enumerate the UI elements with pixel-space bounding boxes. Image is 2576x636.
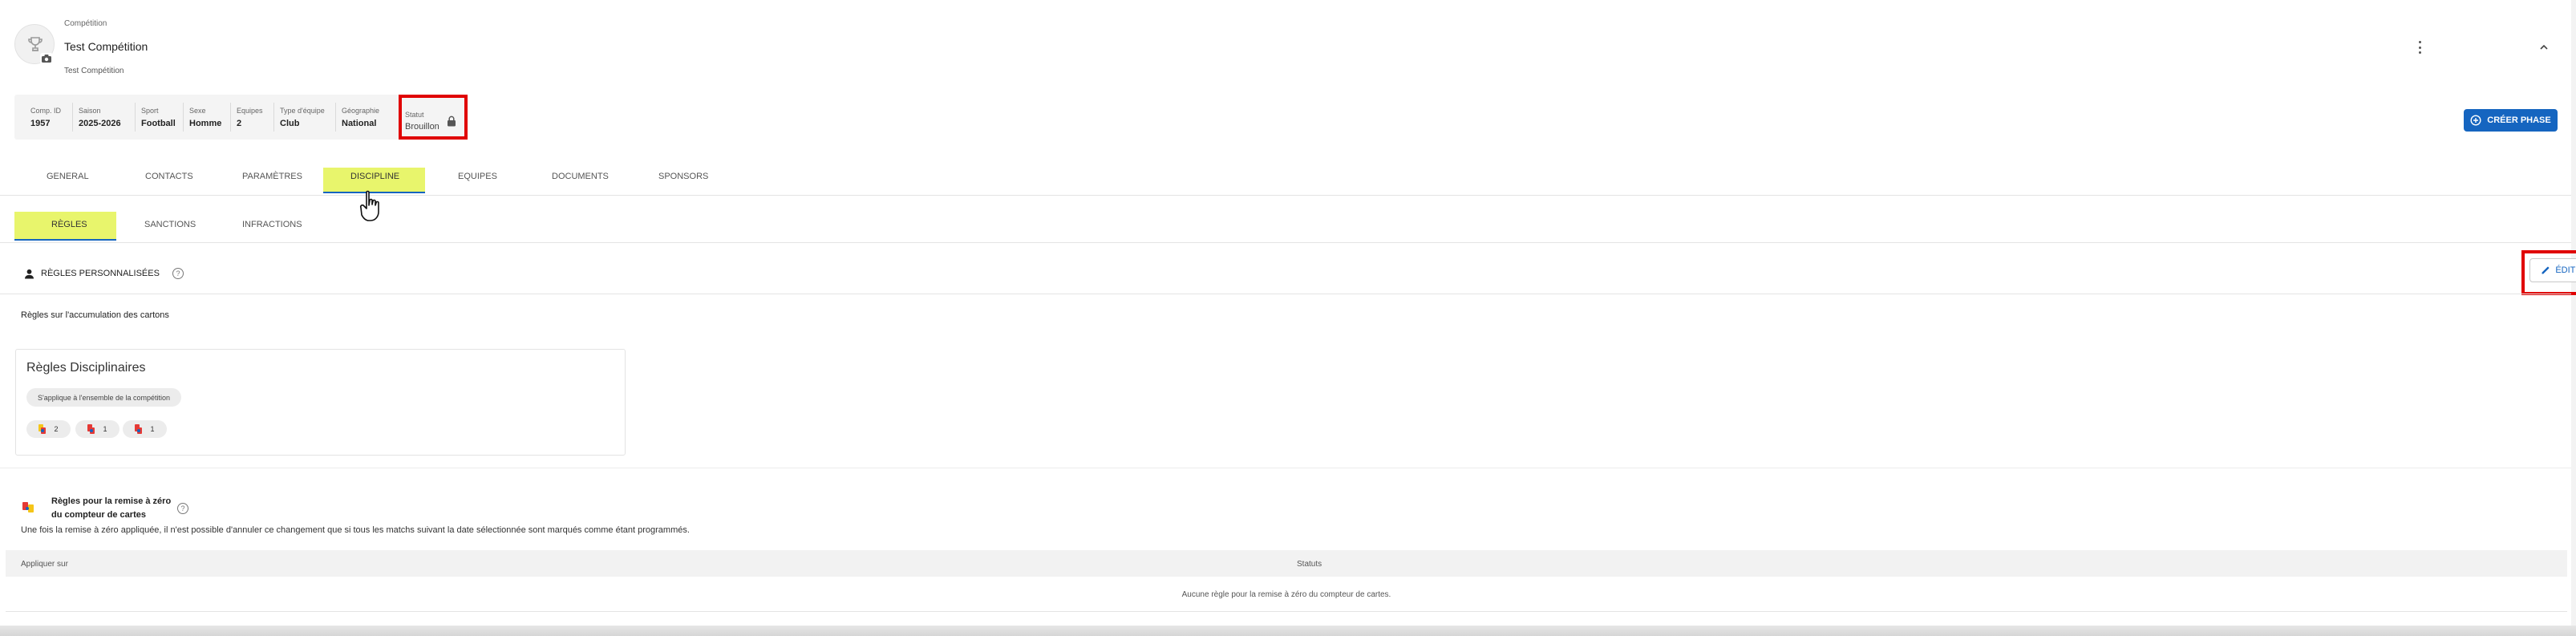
reset-description: Une fois la remise à zéro appliquée, il … bbox=[21, 525, 690, 535]
subtab-regles[interactable]: RÈGLES bbox=[51, 220, 87, 229]
tab-discipline[interactable]: DISCIPLINE bbox=[350, 172, 399, 181]
divider bbox=[183, 103, 184, 132]
info-label: Equipes bbox=[237, 107, 263, 115]
page-bottom-shadow bbox=[0, 626, 2576, 636]
empty-table-message: Aucune règle pour la remise à zéro du co… bbox=[1181, 590, 1391, 599]
competition-eyebrow: Compétition bbox=[64, 19, 107, 28]
more-options-icon[interactable] bbox=[2414, 38, 2425, 56]
create-phase-button[interactable]: CRÉER PHASE bbox=[2464, 109, 2558, 132]
scope-chip: S'applique à l'ensemble de la compétitio… bbox=[26, 388, 182, 407]
tab-general[interactable]: GENERAL bbox=[47, 172, 89, 181]
info-value: Football bbox=[141, 119, 176, 128]
info-sexe: Sexe Homme bbox=[189, 107, 221, 128]
info-label: Type d'équipe bbox=[280, 107, 325, 115]
tab-sponsors[interactable]: SPONSORS bbox=[658, 172, 708, 181]
statut-label: Statut bbox=[405, 111, 424, 119]
subtab-sanctions[interactable]: SANCTIONS bbox=[144, 220, 196, 229]
help-icon[interactable]: ? bbox=[172, 268, 184, 279]
lock-icon bbox=[448, 115, 456, 127]
hand-pointer-cursor-icon bbox=[359, 190, 379, 221]
card-reset-icon bbox=[21, 500, 37, 515]
create-phase-label: CRÉER PHASE bbox=[2487, 115, 2551, 125]
divider bbox=[273, 103, 274, 132]
yellow-red-card-icon bbox=[38, 424, 47, 434]
info-value: Club bbox=[280, 119, 300, 128]
info-saison: Saison 2025-2026 bbox=[79, 107, 121, 128]
info-comp-id: Comp. ID 1957 bbox=[30, 107, 61, 128]
info-value: 1957 bbox=[30, 119, 51, 128]
add-circle-icon bbox=[2470, 115, 2481, 126]
card-rule-chip: 2 bbox=[26, 420, 71, 438]
column-header-apply-on[interactable]: Appliquer sur bbox=[21, 560, 68, 569]
info-geographie: Géographie National bbox=[342, 107, 379, 128]
reset-table-header bbox=[6, 550, 2567, 577]
info-type-equipe: Type d'équipe Club bbox=[280, 107, 325, 128]
divider bbox=[230, 103, 231, 132]
camera-icon[interactable] bbox=[40, 53, 53, 64]
tab-contacts[interactable]: CONTACTS bbox=[145, 172, 193, 181]
disciplinary-rules-title: Règles Disciplinaires bbox=[26, 361, 146, 375]
statut-value: Brouillon bbox=[405, 122, 439, 132]
info-label: Sexe bbox=[189, 107, 206, 115]
tab-parametres[interactable]: PARAMÈTRES bbox=[242, 172, 302, 181]
cards-accumulation-title: Règles sur l'accumulation des cartons bbox=[21, 310, 169, 320]
help-icon[interactable]: ? bbox=[177, 503, 188, 514]
edit-button[interactable]: ÉDITER bbox=[2529, 258, 2576, 282]
info-value: 2 bbox=[237, 119, 242, 128]
info-label: Sport bbox=[141, 107, 159, 115]
card-rule-count: 1 bbox=[150, 425, 155, 433]
info-value: 2025-2026 bbox=[79, 119, 121, 128]
info-label: Saison bbox=[79, 107, 101, 115]
person-icon bbox=[25, 269, 34, 278]
card-rule-chip: 1 bbox=[75, 420, 119, 438]
table-divider bbox=[6, 611, 2567, 612]
red-card-icon bbox=[135, 424, 143, 434]
competition-subtitle: Test Compétition bbox=[64, 67, 124, 75]
card-rule-count: 1 bbox=[103, 425, 107, 433]
tab-documents[interactable]: DOCUMENTS bbox=[552, 172, 609, 181]
column-header-status[interactable]: Statuts bbox=[1297, 560, 1322, 569]
divider bbox=[335, 103, 336, 132]
page-right-edge bbox=[2571, 0, 2576, 626]
reset-rules-title: Règles pour la remise à zéro du compteur… bbox=[51, 496, 172, 520]
card-rule-chip: 1 bbox=[123, 420, 167, 438]
chevron-up-icon[interactable] bbox=[2537, 40, 2551, 55]
info-value: Homme bbox=[189, 119, 222, 128]
subtabs-divider bbox=[0, 242, 2571, 243]
card-rule-count: 2 bbox=[54, 425, 59, 433]
info-sport: Sport Football bbox=[141, 107, 176, 128]
tabs-divider bbox=[0, 195, 2571, 196]
info-equipes: Equipes 2 bbox=[237, 107, 263, 128]
edit-label: ÉDITER bbox=[2555, 265, 2576, 275]
subtab-infractions[interactable]: INFRACTIONS bbox=[242, 220, 302, 229]
tab-equipes[interactable]: EQUIPES bbox=[458, 172, 497, 181]
regles-header-label: RÈGLES PERSONNALISÉES bbox=[41, 269, 160, 278]
trophy-icon bbox=[28, 37, 43, 51]
regles-personnalisees-header: RÈGLES PERSONNALISÉES ? bbox=[24, 268, 184, 279]
divider bbox=[72, 103, 73, 132]
competition-title: Test Compétition bbox=[64, 40, 148, 53]
info-value: National bbox=[342, 119, 377, 128]
red-card-icon bbox=[87, 424, 95, 434]
info-label: Comp. ID bbox=[30, 107, 62, 115]
pencil-icon bbox=[2542, 266, 2550, 274]
divider bbox=[135, 103, 136, 132]
info-label: Géographie bbox=[342, 107, 380, 115]
